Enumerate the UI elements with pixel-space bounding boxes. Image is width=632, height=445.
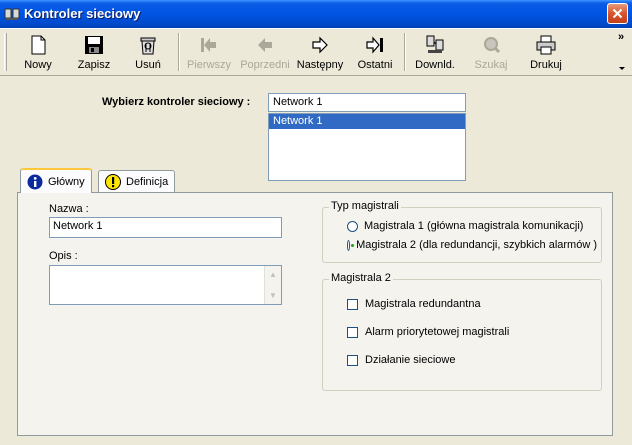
next-button[interactable]: Następny	[295, 31, 345, 75]
bus-type-group: Typ magistrali Magistrala 1 (główna magi…	[322, 200, 602, 263]
name-field[interactable]: Network 1	[49, 217, 282, 238]
save-button-label: Zapisz	[77, 59, 111, 71]
first-button-label: Pierwszy	[186, 59, 231, 71]
network-operation-label: Działanie sieciowe	[365, 354, 456, 366]
previous-arrow-icon	[258, 38, 272, 52]
info-icon	[27, 174, 43, 189]
bus1-radio[interactable]	[347, 220, 358, 232]
tab-panel-general: Nazwa : Network 1 Opis : ▲ ▼ Typ magistr…	[17, 192, 613, 436]
tab-definition[interactable]: Definicja	[98, 170, 176, 192]
print-button[interactable]: Drukuj	[524, 31, 568, 75]
name-label: Nazwa :	[49, 203, 89, 215]
bus2-group: Magistrala 2 Magistrala redundantna Alar…	[322, 272, 602, 391]
toolbar-separator	[404, 33, 406, 71]
list-item-label: Network 1	[273, 115, 323, 127]
priority-alarm-label: Alarm priorytetowej magistrali	[365, 326, 510, 338]
next-button-label: Następny	[296, 59, 344, 71]
download-button[interactable]: Downld.	[413, 31, 457, 75]
scroll-down-arrow-icon[interactable]: ▼	[265, 287, 281, 304]
previous-button-label: Poprzedni	[240, 59, 290, 71]
toolbar-overflow-label: »	[618, 31, 625, 43]
save-button[interactable]: Zapisz	[72, 31, 116, 75]
toolbar-grip[interactable]	[4, 33, 7, 71]
first-button[interactable]: Pierwszy	[186, 31, 232, 75]
priority-alarm-checkbox[interactable]	[347, 326, 358, 338]
print-button-label: Drukuj	[530, 59, 562, 71]
toolbar-separator	[178, 33, 180, 71]
next-arrow-icon	[312, 36, 328, 54]
bus2-radio-label: Magistrala 2 (dla redundancji, szybkich …	[356, 239, 597, 251]
bus1-radio-label: Magistrala 1 (główna magistrala komunika…	[364, 220, 584, 232]
description-field[interactable]: ▲ ▼	[49, 265, 282, 305]
bus2-radio[interactable]	[347, 239, 355, 251]
redundant-bus-checkbox[interactable]	[347, 298, 358, 310]
controller-select-label: Wybierz kontroler sieciowy :	[102, 96, 251, 108]
bus1-radio-row[interactable]: Magistrala 1 (główna magistrala komunika…	[347, 220, 583, 232]
new-document-icon	[31, 35, 46, 55]
first-arrow-icon	[201, 38, 216, 52]
redundant-bus-label: Magistrala redundantna	[365, 298, 481, 310]
delete-button-label: Usuń	[135, 59, 161, 71]
bus2-legend: Magistrala 2	[329, 272, 393, 284]
download-icon	[426, 35, 444, 53]
toolbar-overflow-button[interactable]: »	[618, 31, 628, 74]
search-button-label: Szukaj	[474, 59, 508, 71]
bus2-radio-row[interactable]: Magistrala 2 (dla redundancji, szybkich …	[347, 238, 597, 252]
new-button-label: Nowy	[24, 59, 52, 71]
search-button[interactable]: Szukaj	[470, 31, 512, 75]
network-operation-checkbox-row[interactable]: Działanie sieciowe	[347, 354, 456, 366]
delete-button[interactable]: Usuń	[128, 31, 168, 75]
last-arrow-icon	[366, 36, 383, 54]
chevron-down-icon	[619, 67, 625, 70]
controller-listbox[interactable]: Network 1	[268, 113, 466, 181]
bus-type-legend: Typ magistrali	[329, 200, 401, 212]
close-icon	[612, 8, 623, 19]
list-item[interactable]: Network 1	[269, 114, 465, 129]
last-button-label: Ostatni	[357, 59, 393, 71]
window-title: Kontroler sieciowy	[24, 6, 141, 21]
new-button[interactable]: Nowy	[18, 31, 58, 75]
controller-combo-value: Network 1	[273, 96, 323, 108]
controller-combo-input[interactable]: Network 1	[268, 93, 466, 112]
tab-general-label: Główny	[48, 175, 85, 188]
printer-icon	[536, 35, 556, 55]
previous-button[interactable]: Poprzedni	[238, 31, 292, 75]
toolbar: Nowy Zapisz Usuń Pierwszy Poprzedni Nast…	[0, 28, 632, 76]
scroll-up-arrow-icon[interactable]: ▲	[265, 266, 281, 283]
search-icon	[484, 37, 501, 54]
title-bar: Kontroler sieciowy	[0, 0, 632, 28]
network-controller-app-icon	[4, 8, 20, 20]
description-label: Opis :	[49, 250, 78, 262]
redundant-bus-checkbox-row[interactable]: Magistrala redundantna	[347, 298, 481, 310]
close-button[interactable]	[607, 3, 628, 24]
trash-can-icon	[140, 37, 156, 55]
tab-general[interactable]: Główny	[20, 168, 92, 193]
last-button[interactable]: Ostatni	[354, 31, 396, 75]
warning-icon	[105, 173, 121, 190]
download-button-label: Downld.	[415, 59, 455, 71]
tab-definition-label: Definicja	[126, 175, 169, 188]
name-field-value: Network 1	[53, 220, 103, 232]
priority-alarm-checkbox-row[interactable]: Alarm priorytetowej magistrali	[347, 326, 509, 338]
description-scrollbar[interactable]: ▲ ▼	[264, 266, 281, 304]
floppy-disk-icon	[85, 36, 103, 54]
network-operation-checkbox[interactable]	[347, 354, 358, 366]
